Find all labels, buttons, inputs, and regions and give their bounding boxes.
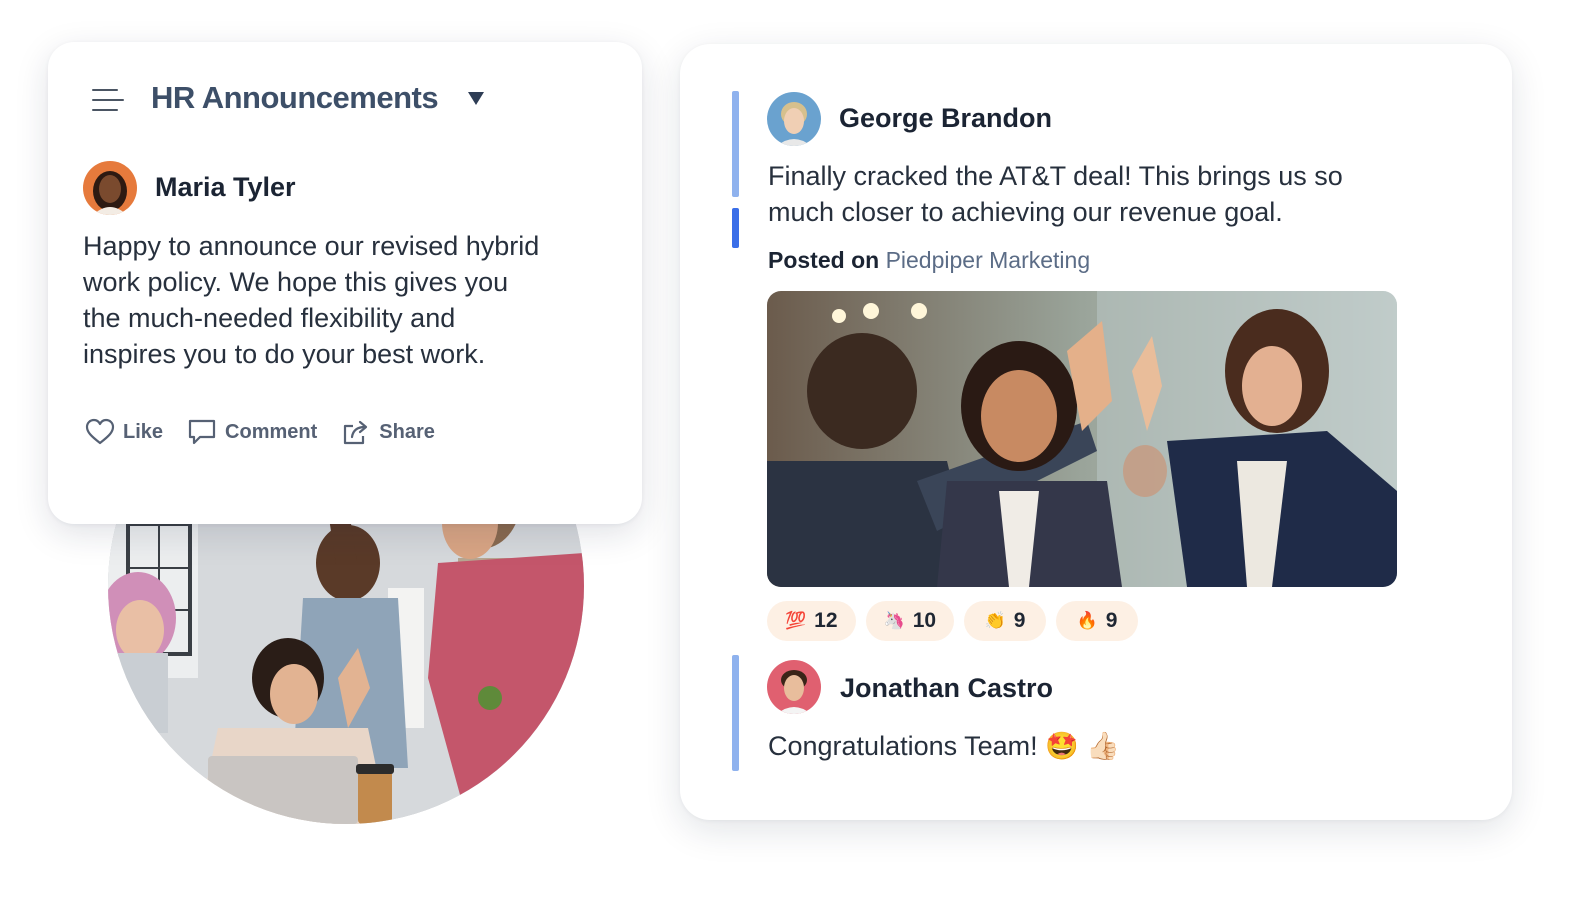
comment-icon xyxy=(188,419,216,445)
post-text-line: the much-needed flexibility and xyxy=(83,303,456,333)
reaction-count: 10 xyxy=(912,609,937,632)
reply-text: Congratulations Team! 🤩 👍🏻 xyxy=(768,731,1120,761)
high-five-photo xyxy=(767,291,1397,587)
thread-bar xyxy=(732,91,739,197)
post-text-line: Happy to announce our revised hybrid xyxy=(83,231,540,261)
reaction-unicorn[interactable]: 🦄 10 xyxy=(865,601,955,641)
hundred-points-icon: 💯 xyxy=(785,611,807,631)
share-button[interactable]: Share xyxy=(341,418,435,446)
like-button[interactable]: Like xyxy=(85,418,163,446)
reaction-fire[interactable]: 🔥 9 xyxy=(1056,601,1139,641)
unicorn-icon: 🦄 xyxy=(883,611,905,631)
post-text-line: Finally cracked the AT&T deal! This brin… xyxy=(768,161,1343,191)
chevron-down-icon[interactable] xyxy=(468,92,484,105)
jonathan-castro-avatar-image xyxy=(767,660,821,714)
post-text-line: inspires you to do your best work. xyxy=(83,339,486,369)
menu-icon[interactable] xyxy=(92,88,124,112)
author-name[interactable]: Maria Tyler xyxy=(155,172,296,203)
reactions-bar: 💯 12 🦄 10 👏 9 🔥 9 xyxy=(767,601,1139,641)
reaction-hundred[interactable]: 💯 12 xyxy=(767,601,856,641)
posted-on-label: Posted on xyxy=(768,247,880,273)
post-image[interactable] xyxy=(767,291,1397,587)
clapping-hands-icon: 👏 xyxy=(984,611,1006,631)
posted-channel-link[interactable]: Piedpiper Marketing xyxy=(886,247,1091,273)
post-text: Finally cracked the AT&T deal! This brin… xyxy=(768,158,1428,230)
reaction-count: 9 xyxy=(1105,609,1118,632)
comment-label: Comment xyxy=(225,420,318,443)
channel-title[interactable]: HR Announcements xyxy=(151,80,439,116)
post-text-line: much closer to achieving our revenue goa… xyxy=(768,197,1283,227)
reaction-clap[interactable]: 👏 9 xyxy=(964,601,1047,641)
share-icon xyxy=(344,420,368,445)
avatar[interactable] xyxy=(83,161,137,215)
fire-icon: 🔥 xyxy=(1076,611,1098,631)
posted-on: Posted on Piedpiper Marketing xyxy=(768,247,1090,274)
share-label: Share xyxy=(379,420,435,443)
author-name[interactable]: Jonathan Castro xyxy=(840,673,1053,704)
post-text: Happy to announce our revised hybrid wor… xyxy=(83,228,623,372)
heart-icon xyxy=(85,418,115,445)
maria-tyler-avatar-image xyxy=(83,161,137,215)
post-text-line: work policy. We hope this gives you xyxy=(83,267,509,297)
avatar[interactable] xyxy=(767,660,821,714)
avatar[interactable] xyxy=(767,92,821,146)
post-actions: Like Comment Share xyxy=(85,418,435,446)
reaction-count: 9 xyxy=(1013,609,1026,632)
like-label: Like xyxy=(123,420,164,443)
reaction-count: 12 xyxy=(814,609,838,632)
comment-button[interactable]: Comment xyxy=(187,418,317,446)
thread-bar-active xyxy=(732,208,739,248)
feed-card: George Brandon Finally cracked the AT&T … xyxy=(680,44,1512,820)
author-name[interactable]: George Brandon xyxy=(839,103,1052,134)
reply-thread-bar xyxy=(732,655,739,771)
george-brandon-avatar-image xyxy=(767,92,821,146)
hr-announcement-card: HR Announcements Maria Tyler Happy to an… xyxy=(48,42,642,524)
